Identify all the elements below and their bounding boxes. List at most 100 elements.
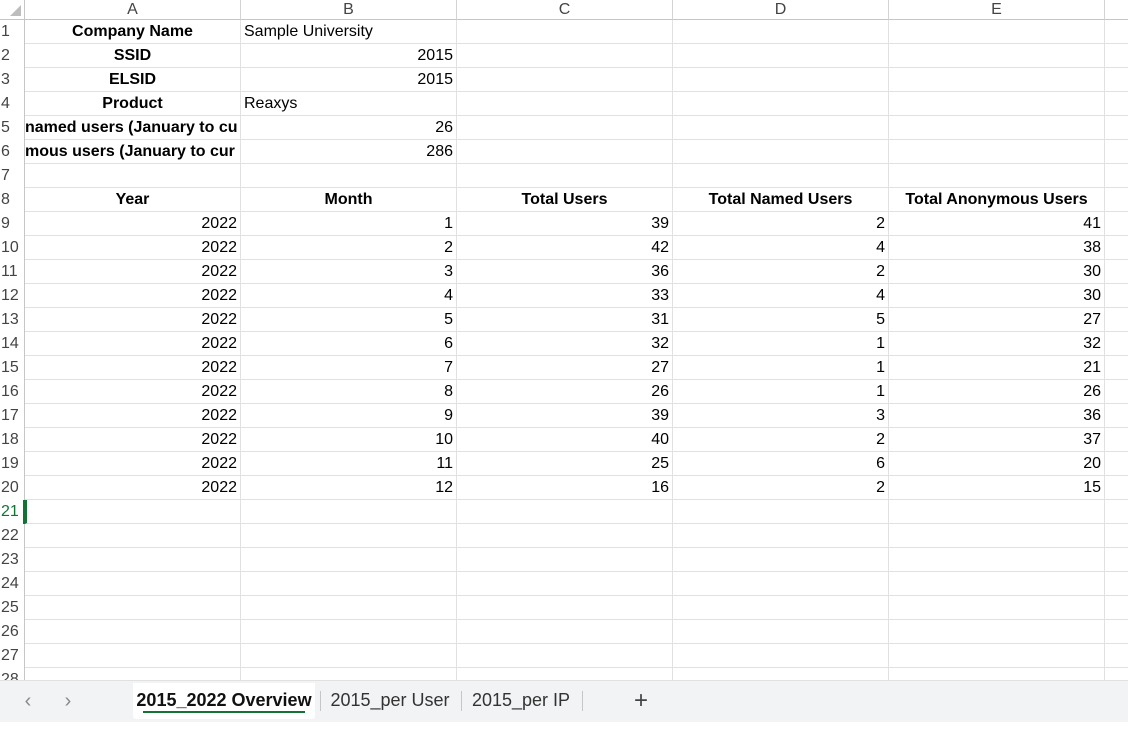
cell[interactable] — [1105, 44, 1128, 68]
cell[interactable] — [1105, 68, 1128, 92]
cell[interactable] — [1105, 572, 1128, 596]
year-cell[interactable]: 2022 — [25, 476, 241, 500]
cell[interactable] — [889, 92, 1105, 116]
anonymous-users-cell[interactable]: 37 — [889, 428, 1105, 452]
cell[interactable] — [673, 668, 889, 680]
elsid-label[interactable]: ELSID — [25, 68, 241, 92]
cell[interactable] — [1105, 164, 1128, 188]
row-header[interactable]: 14 — [0, 332, 25, 356]
cell[interactable] — [1105, 308, 1128, 332]
row-header[interactable]: 9 — [0, 212, 25, 236]
cell[interactable] — [457, 644, 673, 668]
named-users-cell[interactable]: 5 — [673, 308, 889, 332]
total-users-cell[interactable]: 26 — [457, 380, 673, 404]
anonymous-users-cell[interactable]: 27 — [889, 308, 1105, 332]
cell[interactable] — [25, 524, 241, 548]
spreadsheet-grid[interactable]: A B C D E 1 2 3 4 5 6 7 8 9 10 11 12 13 … — [0, 0, 1128, 680]
named-users-cell[interactable]: 6 — [673, 452, 889, 476]
cell[interactable] — [25, 668, 241, 680]
month-cell[interactable]: 7 — [241, 356, 457, 380]
cell[interactable] — [1105, 92, 1128, 116]
cell[interactable] — [457, 44, 673, 68]
cell[interactable] — [25, 572, 241, 596]
named-users-cell[interactable]: 3 — [673, 404, 889, 428]
column-header-e[interactable]: E — [889, 0, 1105, 20]
cell[interactable] — [1105, 380, 1128, 404]
header-month[interactable]: Month — [241, 188, 457, 212]
year-cell[interactable]: 2022 — [25, 380, 241, 404]
cell[interactable] — [889, 500, 1105, 524]
cell[interactable] — [889, 116, 1105, 140]
cell[interactable] — [241, 164, 457, 188]
cell[interactable] — [889, 548, 1105, 572]
cell[interactable] — [25, 548, 241, 572]
row-header[interactable]: 3 — [0, 68, 25, 92]
anonymous-users-cell[interactable]: 30 — [889, 284, 1105, 308]
cell[interactable] — [1105, 20, 1128, 44]
row-header[interactable]: 13 — [0, 308, 25, 332]
active-cell[interactable] — [25, 500, 241, 524]
ssid-label[interactable]: SSID — [25, 44, 241, 68]
cell[interactable] — [673, 548, 889, 572]
cell[interactable] — [457, 500, 673, 524]
column-header-a[interactable]: A — [25, 0, 241, 20]
cell[interactable] — [889, 596, 1105, 620]
column-header-c[interactable]: C — [457, 0, 673, 20]
row-header[interactable]: 28 — [0, 668, 25, 680]
row-header[interactable]: 16 — [0, 380, 25, 404]
year-cell[interactable]: 2022 — [25, 356, 241, 380]
company-name-label[interactable]: Company Name — [25, 20, 241, 44]
cell[interactable] — [673, 116, 889, 140]
header-total-anonymous-users[interactable]: Total Anonymous Users — [889, 188, 1105, 212]
cell[interactable] — [1105, 452, 1128, 476]
cell[interactable] — [1105, 188, 1128, 212]
sheet-tab-per-user[interactable]: 2015_per User — [325, 683, 455, 719]
header-year[interactable]: Year — [25, 188, 241, 212]
column-header-f[interactable] — [1105, 0, 1128, 20]
year-cell[interactable]: 2022 — [25, 428, 241, 452]
cell[interactable] — [1105, 620, 1128, 644]
cell[interactable] — [1105, 332, 1128, 356]
cell[interactable] — [457, 68, 673, 92]
cell[interactable] — [25, 620, 241, 644]
row-header[interactable]: 7 — [0, 164, 25, 188]
named-users-value[interactable]: 26 — [241, 116, 457, 140]
year-cell[interactable]: 2022 — [25, 404, 241, 428]
named-users-cell[interactable]: 1 — [673, 356, 889, 380]
cell[interactable] — [241, 500, 457, 524]
anonymous-users-cell[interactable]: 20 — [889, 452, 1105, 476]
cell[interactable] — [889, 644, 1105, 668]
cell[interactable] — [889, 668, 1105, 680]
anonymous-users-cell[interactable]: 41 — [889, 212, 1105, 236]
cell[interactable] — [457, 20, 673, 44]
cell[interactable] — [241, 572, 457, 596]
row-header[interactable]: 23 — [0, 548, 25, 572]
anonymous-users-cell[interactable]: 32 — [889, 332, 1105, 356]
select-all-corner[interactable] — [0, 0, 25, 20]
month-cell[interactable]: 9 — [241, 404, 457, 428]
month-cell[interactable]: 3 — [241, 260, 457, 284]
cell[interactable] — [1105, 356, 1128, 380]
cell[interactable] — [241, 524, 457, 548]
row-header[interactable]: 15 — [0, 356, 25, 380]
cell[interactable] — [673, 620, 889, 644]
total-users-cell[interactable]: 39 — [457, 404, 673, 428]
total-users-cell[interactable]: 33 — [457, 284, 673, 308]
total-users-cell[interactable]: 16 — [457, 476, 673, 500]
total-users-cell[interactable]: 36 — [457, 260, 673, 284]
anonymous-users-cell[interactable]: 30 — [889, 260, 1105, 284]
cell[interactable] — [1105, 548, 1128, 572]
row-header[interactable]: 5 — [0, 116, 25, 140]
cell[interactable] — [25, 596, 241, 620]
named-users-cell[interactable]: 1 — [673, 332, 889, 356]
row-header[interactable]: 27 — [0, 644, 25, 668]
cell[interactable] — [889, 44, 1105, 68]
row-header[interactable]: 26 — [0, 620, 25, 644]
named-users-cell[interactable]: 2 — [673, 476, 889, 500]
row-header[interactable]: 11 — [0, 260, 25, 284]
anonymous-users-cell[interactable]: 15 — [889, 476, 1105, 500]
product-label[interactable]: Product — [25, 92, 241, 116]
cell[interactable] — [1105, 644, 1128, 668]
row-header[interactable]: 19 — [0, 452, 25, 476]
anonymous-users-cell[interactable]: 38 — [889, 236, 1105, 260]
